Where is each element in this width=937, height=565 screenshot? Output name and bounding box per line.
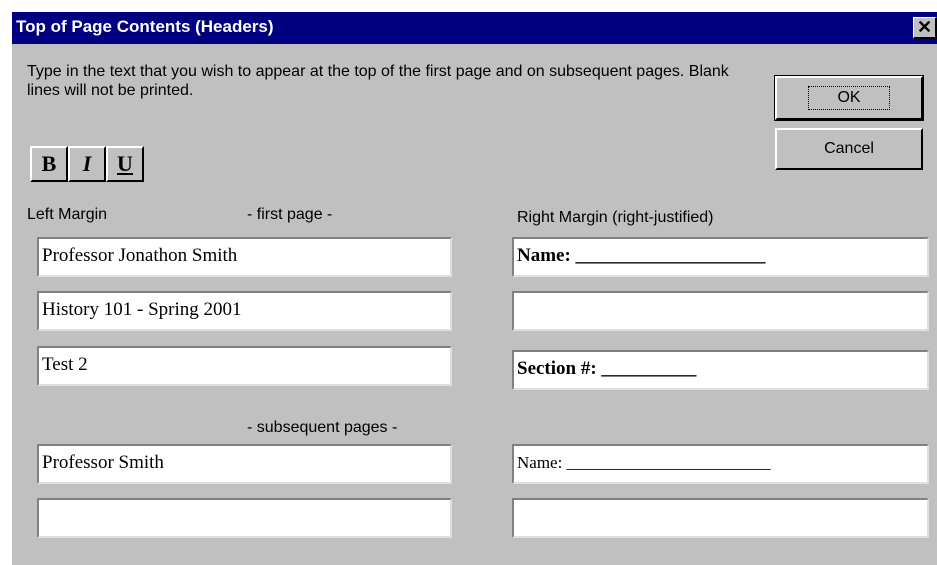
dialog-title: Top of Page Contents (Headers) [16,17,274,36]
right-first-line-1[interactable]: Name: ____________________ [512,237,929,277]
first-page-label: - first page - [247,206,333,223]
subsequent-pages-label: - subsequent pages - [247,419,398,436]
right-subsequent-line-2[interactable] [512,498,929,538]
right-subsequent-line-1[interactable]: Name: ________________________ [512,444,929,484]
bold-icon: B [41,151,57,176]
headers-dialog: Top of Page Contents (Headers) ✕ Type in… [10,10,937,565]
instructions-text: Type in the text that you wish to appear… [27,63,729,99]
left-first-line-2[interactable]: History 101 - Spring 2001 [37,291,452,331]
close-icon: ✕ [916,17,933,37]
left-first-line-3[interactable]: Test 2 [37,346,452,386]
left-subsequent-line-2[interactable] [37,498,452,538]
ok-button[interactable]: OK [774,75,924,121]
right-first-line-3[interactable]: Section #: __________ [512,350,929,390]
italic-button[interactable]: I [68,146,106,182]
left-subsequent-line-1[interactable]: Professor Smith [37,444,452,484]
bold-button[interactable]: B [30,146,68,182]
underline-icon: U [117,151,133,176]
left-first-line-1[interactable]: Professor Jonathon Smith [37,237,452,277]
cancel-button[interactable]: Cancel [775,128,923,170]
close-button[interactable]: ✕ [913,17,937,39]
right-margin-label: Right Margin (right-justified) [517,209,714,226]
left-margin-label: Left Margin [27,206,108,223]
underline-button[interactable]: U [106,146,144,182]
right-first-line-2[interactable] [512,291,929,331]
italic-icon: I [82,151,92,176]
title-bar[interactable]: Top of Page Contents (Headers) ✕ [12,12,937,44]
cancel-label: Cancel [824,140,874,157]
ok-label: OK [808,86,890,110]
